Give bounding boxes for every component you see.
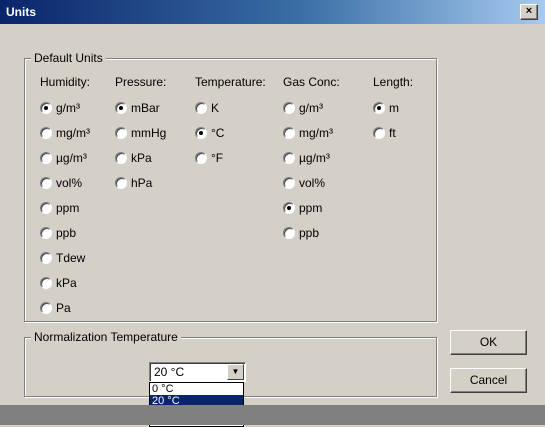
radio-option-label: mmHg (131, 126, 167, 140)
column-header: Pressure: (115, 75, 167, 89)
radio-option-label: vol% (299, 176, 326, 190)
column-header: Humidity: (40, 75, 91, 89)
column-header: Length: (373, 75, 414, 89)
radio-option-label: ppm (299, 201, 323, 215)
radio-button-icon[interactable] (283, 127, 295, 139)
radio-option-label: m (389, 101, 399, 115)
radio-button-icon[interactable] (40, 177, 52, 189)
radio-button-icon[interactable] (283, 102, 295, 114)
radio-button-icon[interactable] (115, 152, 127, 164)
ok-button[interactable]: OK (450, 330, 527, 355)
radio-option-label: ppb (56, 226, 77, 240)
radio-option-label: Pa (56, 301, 71, 315)
radio-option-label: mg/m³ (56, 126, 90, 140)
radio-option-label: mBar (131, 101, 160, 115)
radio-button-icon[interactable] (40, 102, 52, 114)
radio-button-icon[interactable] (40, 252, 52, 264)
radio-button-icon[interactable] (195, 102, 207, 114)
radio-option-label: ppm (56, 201, 80, 215)
radio-option-label: vol% (56, 176, 83, 190)
chevron-down-icon[interactable]: ▼ (227, 364, 244, 380)
radio-option-label: g/m³ (299, 101, 323, 115)
bottom-strip (0, 405, 545, 425)
radio-button-icon[interactable] (40, 302, 52, 314)
radio-option-label: µg/m³ (56, 151, 87, 165)
normalization-temperature-value: 20 °C (154, 365, 185, 379)
normalization-temperature-select[interactable]: 20 °C ▼ (149, 362, 246, 382)
title-bar: Units × (0, 0, 545, 24)
radio-button-icon[interactable] (283, 227, 295, 239)
radio-button-icon[interactable] (283, 177, 295, 189)
radio-button-icon[interactable] (40, 202, 52, 214)
radio-button-icon[interactable] (115, 177, 127, 189)
cancel-button[interactable]: Cancel (450, 368, 527, 393)
default-units-label: Default Units (31, 51, 106, 65)
radio-option-label: mg/m³ (299, 126, 333, 140)
radio-button-icon[interactable] (40, 227, 52, 239)
radio-button-icon[interactable] (373, 127, 385, 139)
radio-option-label: Tdew (56, 251, 86, 265)
radio-button-icon[interactable] (283, 202, 295, 214)
radio-button-icon[interactable] (115, 127, 127, 139)
radio-option-label: µg/m³ (299, 151, 330, 165)
radio-button-icon[interactable] (115, 102, 127, 114)
radio-button-icon[interactable] (40, 152, 52, 164)
radio-button-icon[interactable] (40, 127, 52, 139)
radio-option-label: g/m³ (56, 101, 80, 115)
window-title: Units (6, 5, 36, 19)
close-icon: × (525, 5, 533, 17)
radio-button-icon[interactable] (40, 277, 52, 289)
column-header: Gas Conc: (283, 75, 340, 89)
radio-button-icon[interactable] (283, 152, 295, 164)
close-button[interactable]: × (520, 4, 538, 20)
radio-option-label: °F (211, 151, 224, 165)
radio-option-label: K (211, 101, 220, 115)
radio-option-label: ppb (299, 226, 320, 240)
dropdown-option[interactable]: 0 °C (150, 383, 243, 395)
radio-option-label: kPa (56, 276, 77, 290)
radio-option-label: kPa (131, 151, 152, 165)
radio-option-label: °C (211, 126, 225, 140)
column-header: Temperature: (195, 75, 266, 89)
radio-button-icon[interactable] (373, 102, 385, 114)
radio-option-label: ft (389, 126, 396, 140)
default-units-group: Default Units Humidity: g/m³ mg/m³ µg/m³ vol… (24, 51, 437, 322)
radio-button-icon[interactable] (195, 152, 207, 164)
normalization-label: Normalization Temperature (31, 330, 181, 344)
radio-option-label: hPa (131, 176, 153, 190)
radio-button-icon[interactable] (195, 127, 207, 139)
